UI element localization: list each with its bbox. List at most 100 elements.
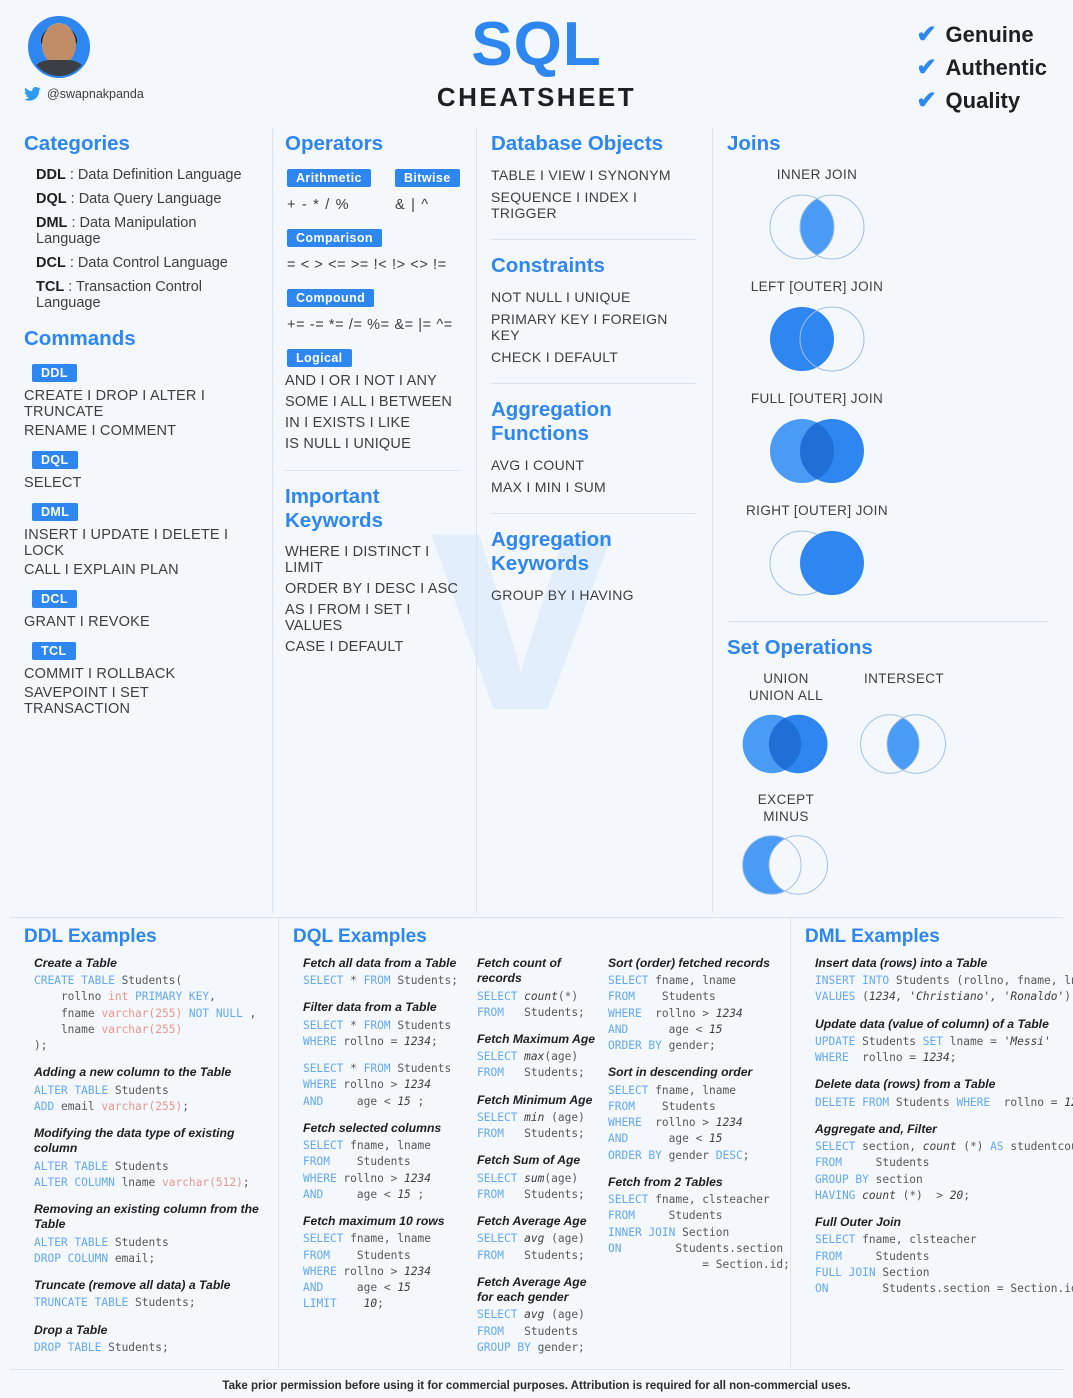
code-token: 20 [949,1188,964,1202]
code-token: SELECT [815,1140,856,1154]
code-token: FROM [363,974,391,988]
code-token: ORDER BY [608,1039,662,1053]
section-heading-database-objects: Database Objects [491,132,664,155]
snippet-code: SELECT max(age) FROM Students; [477,1049,598,1081]
divider [491,383,696,384]
operators-comparison: Comparison = < > <= >= !< !> <> != [285,227,460,273]
code-token: SET [922,1034,943,1048]
code-token: fname, lname [343,1139,431,1153]
code-token: AND [303,1281,324,1295]
code-token: email [54,1099,102,1113]
code-token: ; [377,1297,384,1311]
category-abbr: DDL [36,167,66,183]
operator-line: AND I OR I NOT I ANY [285,373,437,389]
section-heading-dml-examples: DML Examples [805,926,940,947]
snippet-caption: Fetch Sum of Age [477,1153,581,1168]
snippet-caption: Fetch Minimum Age [477,1092,593,1107]
code-token: 15 [709,1132,723,1146]
operators-bitwise: Bitwise & | ^ [393,167,460,227]
venn-right-join-icon [769,530,864,596]
code-token: 15 [709,1022,723,1036]
code-token: varchar(255) [101,1099,183,1113]
code-token: Students; [390,974,458,988]
divider [727,621,1049,622]
code-token: FULL JOIN [815,1265,876,1279]
code-token: Students [390,1062,452,1076]
join-label: LEFT [OUTER] JOIN [750,279,884,294]
category-sep: : [65,167,78,183]
divider [491,513,696,514]
code-token: ORDER BY [608,1148,662,1162]
category-row: DML : Data Manipulation Language [36,215,258,247]
command-group-dcl: DCL GRANT I REVOKE [24,588,258,630]
dml-snippet-list: Insert data (rows) into a Table INSERT IN… [805,956,1073,1297]
code-token: Students( [114,974,183,988]
code-token: SELECT [608,1083,649,1097]
snippet-code: SELECT * FROM Students WHERE rollno = 12… [303,1018,467,1050]
code-token: WHERE [815,1051,849,1065]
code-snippet: Fetch Average Age for each gender SELECT a… [477,1275,598,1356]
code-token: avg [517,1308,545,1322]
code-token: * [343,1018,364,1032]
aggregation-function-line: AVG I COUNT [491,457,585,473]
category-name: Data Query Language [78,191,222,207]
snippet-code: TRUNCATE TABLE Students; [34,1295,268,1311]
operator-line: IS NULL I UNIQUE [285,436,411,452]
joins-venn-grid: INNER JOIN LEFT [OUTER] JOIN FULL [OUTER… [727,167,1063,615]
code-token: (age) [544,1050,579,1064]
code-token: 1234 [404,1264,431,1278]
code-snippet: Fetch count of records SELECT count(*) FR… [477,956,598,1021]
set-op-item-intersect: INTERSECT [845,671,963,782]
code-token: SELECT [477,1171,518,1185]
command-line: CREATE I DROP I ALTER I TRUNCATE [24,388,206,420]
snippet-code: SELECT section, count (*) AS studentcoun… [815,1139,1073,1204]
snippet-caption: Sort (order) fetched records [608,956,770,970]
venn-left-join-icon [770,306,865,372]
code-token: Students [329,1248,411,1262]
snippet-code: SELECT * FROM Students; [303,973,467,989]
code-token: = Section.id; [608,1258,790,1272]
snippet-caption: Insert data (rows) into a Table [815,956,988,970]
code-token: max [517,1050,545,1064]
snippet-code: SELECT fname, clsteacher FROM Students F… [815,1232,1073,1297]
cheatsheet-page: @swapnakpanda SQL CHEATSHEET ✔ Genuine ✔… [0,0,1073,1392]
section-heading-aggregation-keywords: Aggregation Keywords [491,528,612,575]
code-token: (age) [544,1232,585,1246]
snippet-code: SELECT count(*) FROM Students; [477,989,598,1021]
keyword-line: ORDER BY I DESC I ASC [285,581,459,597]
code-token: Students; [128,1296,196,1310]
code-token: age < [323,1281,398,1295]
code-token: 1234 [715,1006,743,1020]
code-token: Students [108,1083,169,1097]
code-token: lname = [943,1034,1004,1048]
snippet-caption: Delete data (rows) from a Table [815,1077,996,1092]
code-token: AND [608,1022,629,1036]
code-token: WHERE [303,1034,337,1048]
badge-item: ✔ Genuine [916,22,1047,48]
snippet-code: ALTER TABLE Students DROP COLUMN email; [34,1235,268,1267]
snippet-code: DELETE FROM Students WHERE rollno = 1234… [815,1095,1073,1111]
snippet-caption: Drop a Table [34,1322,108,1337]
keyword-line: CASE I DEFAULT [285,639,404,655]
code-token: age < [323,1094,398,1108]
code-token: FROM [815,1249,842,1263]
code-token: SELECT [608,1193,649,1207]
code-token: Students; [503,1005,585,1019]
code-token: (age) [544,1308,585,1322]
venn-full-join-icon [770,419,864,483]
page-title: SQL [471,10,602,79]
code-token: Students; [503,1248,585,1262]
code-token: Students [634,1099,716,1113]
code-token: ( [855,990,869,1004]
code-token: rollno > [641,1116,716,1130]
code-token: FROM [477,1005,504,1019]
column-joins: Joins INNER JOIN LEFT [OUTER] JOIN FULL … [712,128,1073,913]
code-token: Students [108,1159,169,1173]
section-heading-commands: Commands [24,327,136,350]
code-snippet: Fetch Minimum Age SELECT min (age) FROM S… [477,1093,598,1143]
command-line: INSERT I UPDATE I DELETE I LOCK [24,527,229,559]
category-sep: : [64,279,77,295]
snippet-caption: Full Outer Join [815,1215,901,1230]
code-token: fname, lname [648,1083,736,1097]
section-heading-operators: Operators [285,132,383,155]
